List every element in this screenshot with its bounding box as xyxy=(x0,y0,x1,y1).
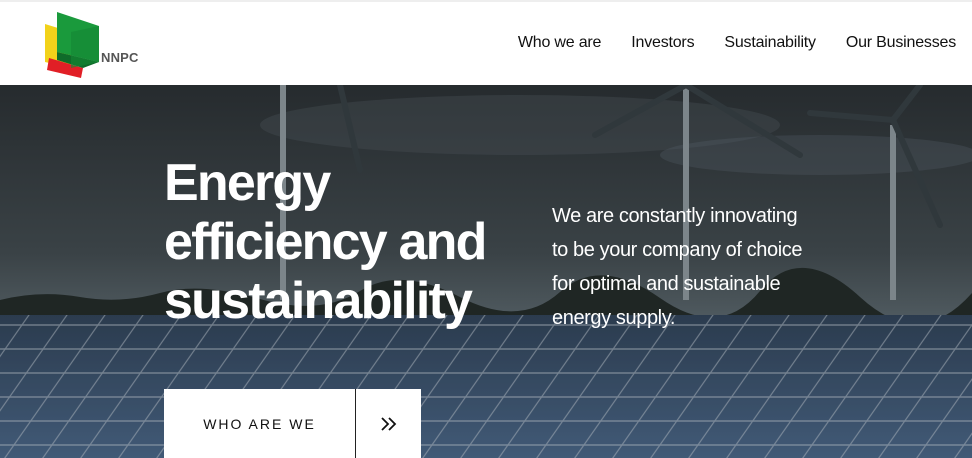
headline-line: Energy xyxy=(164,154,331,212)
hero-intro-text: We are constantly innovating to be your … xyxy=(552,199,852,335)
headline-line: sustainability xyxy=(164,272,473,330)
hero-headline: Energy efficiency and sustainability xyxy=(164,154,524,331)
nav-sustainability[interactable]: Sustainability xyxy=(724,34,816,52)
site-header: NNPC Who we are Investors Sustainability… xyxy=(0,0,972,85)
main-nav: Who we are Investors Sustainability Our … xyxy=(518,34,956,52)
who-are-we-button[interactable]: WHO ARE WE xyxy=(164,389,421,458)
intro-line: to be your company of choice xyxy=(552,239,803,261)
double-chevron-right-icon xyxy=(356,389,421,458)
nav-who-we-are[interactable]: Who we are xyxy=(518,34,602,52)
headline-line: efficiency and xyxy=(164,213,487,271)
nav-investors[interactable]: Investors xyxy=(631,34,694,52)
intro-line: energy supply. xyxy=(552,307,675,329)
logo-text: NNPC xyxy=(101,50,139,65)
nnpc-logo[interactable]: NNPC xyxy=(43,12,153,78)
intro-line: for optimal and sustainable xyxy=(552,273,781,295)
intro-line: We are constantly innovating xyxy=(552,205,798,227)
nnpc-logo-mark-icon xyxy=(45,12,99,78)
hero-section: Energy efficiency and sustainability We … xyxy=(0,85,972,458)
nav-our-businesses[interactable]: Our Businesses xyxy=(846,34,956,52)
cta-label: WHO ARE WE xyxy=(164,389,356,458)
